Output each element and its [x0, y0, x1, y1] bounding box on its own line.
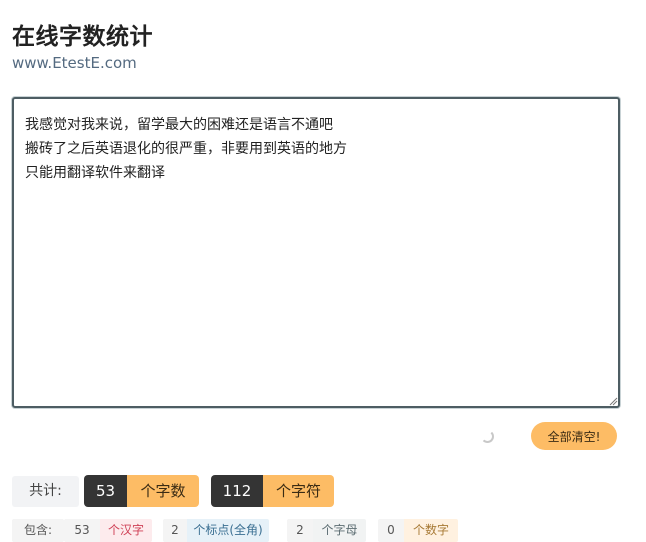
- letter-count-value: 2: [287, 519, 313, 542]
- clear-all-button[interactable]: 全部清空!: [531, 422, 617, 450]
- loading-spinner-icon: [481, 430, 494, 443]
- hanzi-count-unit: 个汉字: [100, 519, 152, 542]
- symbol-count-value: 112: [211, 475, 263, 507]
- letter-count-unit: 个字母: [313, 519, 366, 542]
- punctuation-count-tag: 2 个标点(全角): [163, 519, 269, 542]
- char-count-badge: 53 个字数: [84, 475, 199, 507]
- hanzi-count-value: 53: [64, 519, 100, 542]
- text-input-area[interactable]: 我感觉对我来说，留学最大的困难还是语言不通吧 搬砖了之后英语退化的很严重，非要用…: [12, 97, 620, 408]
- site-url: www.EtestE.com: [12, 54, 137, 72]
- letter-count-tag: 2 个字母: [287, 519, 366, 542]
- char-count-unit: 个字数: [127, 475, 199, 507]
- symbol-count-unit: 个字符: [263, 475, 334, 507]
- digit-count-value: 0: [378, 519, 404, 542]
- punctuation-count-value: 2: [163, 519, 187, 542]
- word-count-page: 在线字数统计 www.EtestE.com 我感觉对我来说，留学最大的困难还是语…: [0, 0, 646, 542]
- page-title: 在线字数统计: [12, 24, 153, 50]
- breakdown-label: 包含:: [12, 519, 64, 542]
- totals-label: 共计:: [12, 476, 79, 507]
- symbol-count-badge: 112 个字符: [211, 475, 334, 507]
- punctuation-count-unit: 个标点(全角): [187, 519, 269, 542]
- resize-grip-icon[interactable]: [609, 397, 618, 406]
- digit-count-unit: 个数字: [404, 519, 458, 542]
- digit-count-tag: 0 个数字: [378, 519, 458, 542]
- char-count-value: 53: [84, 475, 127, 507]
- hanzi-count-tag: 53 个汉字: [64, 519, 152, 542]
